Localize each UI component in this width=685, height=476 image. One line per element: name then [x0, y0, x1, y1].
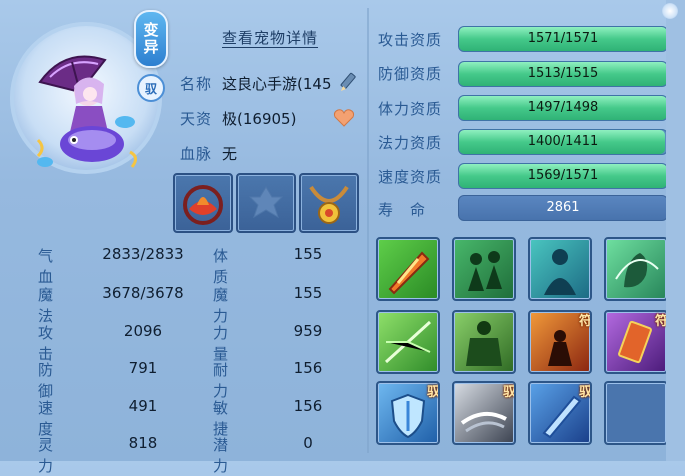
variant-badge: 变 异 — [134, 10, 168, 68]
skill-slot[interactable] — [604, 237, 668, 301]
water-figure-skill-icon — [544, 249, 576, 295]
pet-info-panel: 变 异 驭 查看宠物详情 名称 这良心手游(145 天资 极(16905) 血脉… — [0, 0, 370, 475]
stat-value-2: 0 — [303, 434, 313, 452]
aptitude-bar: 1400/1411 — [458, 129, 668, 155]
stat-label-2: 魔力 — [213, 286, 230, 325]
lifespan-value: 2861 — [458, 195, 668, 221]
aptitude-bar: 1571/1571 — [458, 26, 668, 52]
skill-slot[interactable]: 符 — [528, 310, 592, 374]
name-row: 名称 这良心手游(145 — [180, 73, 331, 94]
stat-label-2: 力量 — [213, 324, 230, 363]
stat-label: 灵力 — [38, 436, 55, 475]
stat-label: 魔法 — [38, 286, 55, 325]
aptitude-label: 攻击资质 — [378, 31, 443, 49]
stat-value: 2096 — [123, 322, 163, 340]
stat-value: 791 — [128, 359, 158, 377]
stat-label: 攻击 — [38, 324, 55, 363]
skill-slot[interactable]: 符 — [604, 310, 668, 374]
equip-slot-1[interactable] — [173, 173, 233, 233]
stat-label: 防御 — [38, 361, 55, 400]
skill-tag: 符 — [578, 314, 592, 329]
stat-value-2: 156 — [293, 397, 323, 415]
variant-badge-char-2: 异 — [143, 38, 159, 56]
stat-label-2: 耐力 — [213, 361, 230, 400]
green-claw-skill-icon — [615, 253, 659, 288]
yu-badge[interactable]: 驭 — [137, 74, 165, 102]
stat-value: 491 — [128, 397, 158, 415]
equip-slot-2[interactable] — [236, 173, 296, 233]
name-label: 名称 — [180, 75, 213, 93]
skill-tag: 驭 — [578, 385, 592, 400]
scroll-thumb[interactable] — [662, 3, 678, 19]
stat-value-2: 959 — [293, 322, 323, 340]
ogre-strength-skill-icon — [466, 321, 502, 366]
aptitude-value: 1400/1411 — [527, 134, 599, 149]
variant-badge-char-1: 变 — [143, 21, 159, 39]
skill-slot[interactable]: 驭 — [452, 381, 516, 445]
skill-slot[interactable] — [528, 237, 592, 301]
skill-slot[interactable] — [452, 310, 516, 374]
stat-value: 818 — [128, 434, 158, 452]
stat-value-2: 156 — [293, 359, 323, 377]
talent-label: 天资 — [180, 110, 213, 128]
bloodline-row: 血脉 无 — [180, 143, 237, 164]
aptitude-value: 1569/1571 — [527, 168, 599, 183]
aptitude-label: 防御资质 — [378, 65, 443, 83]
aptitude-bar: 1569/1571 — [458, 163, 668, 189]
stat-value-2: 155 — [293, 284, 323, 302]
bloodline-value: 无 — [222, 145, 238, 163]
favorite-heart-icon[interactable] — [333, 108, 355, 128]
aptitude-label: 体力资质 — [378, 100, 443, 118]
empty-equip-slot — [248, 186, 284, 219]
aptitude-label: 法力资质 — [378, 134, 443, 152]
skill-slot[interactable] — [376, 237, 440, 301]
crown-equip-icon — [183, 185, 223, 225]
aptitude-value: 1571/1571 — [527, 31, 599, 46]
stat-label-2: 潜力 — [213, 436, 230, 475]
side-scroll-track[interactable] — [666, 0, 685, 461]
view-pet-details-link[interactable]: 查看宠物详情 — [222, 27, 318, 48]
skill-slot[interactable] — [452, 237, 516, 301]
shadow-fighters-skill-icon — [468, 251, 502, 291]
skill-slot[interactable] — [376, 310, 440, 374]
aptitude-value: 1513/1515 — [527, 66, 599, 81]
stat-label: 速度 — [38, 399, 55, 438]
stat-value: 2833/2833 — [102, 245, 184, 263]
aptitude-bar: 1497/1498 — [458, 95, 668, 121]
aptitude-bar: 1513/1515 — [458, 61, 668, 87]
empty-skill-slot[interactable] — [604, 381, 668, 445]
stat-label-2: 体质 — [213, 247, 230, 286]
edit-name-pencil-icon[interactable] — [338, 72, 360, 94]
stat-label-2: 敏捷 — [213, 399, 230, 438]
skill-tag: 驭 — [426, 385, 440, 400]
skill-slot[interactable]: 驭 — [528, 381, 592, 445]
talent-row: 天资 极(16905) — [180, 108, 296, 129]
equip-slot-3[interactable] — [299, 173, 359, 233]
panel-divider — [367, 8, 369, 453]
aptitude-value: 1497/1498 — [527, 100, 599, 115]
stat-label: 气血 — [38, 247, 55, 286]
skill-slot[interactable]: 驭 — [376, 381, 440, 445]
talent-value: 极(16905) — [222, 110, 297, 128]
skill-tag: 驭 — [502, 385, 516, 400]
amulet-equip-icon — [309, 185, 349, 224]
name-value: 这良心手游(145 — [222, 75, 332, 93]
stat-value-2: 155 — [293, 245, 323, 263]
stat-value: 3678/3678 — [102, 284, 184, 302]
bloodline-label: 血脉 — [180, 145, 213, 163]
aptitude-label: 速度资质 — [378, 168, 443, 186]
lifespan-label: 寿 命 — [378, 201, 427, 219]
sword-strike-skill-icon — [388, 251, 430, 295]
green-burst-skill-icon — [384, 320, 432, 364]
